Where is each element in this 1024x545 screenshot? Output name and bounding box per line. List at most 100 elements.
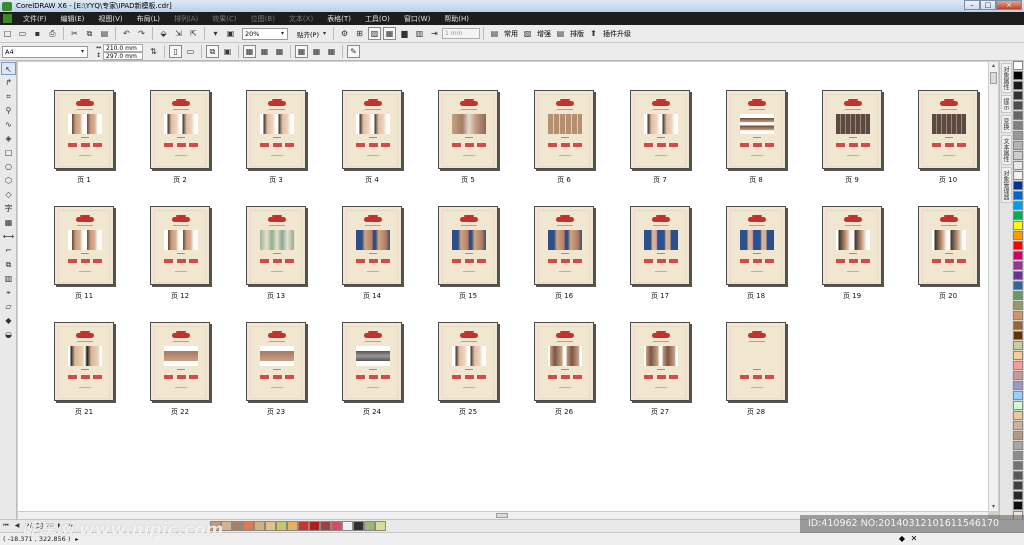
palette-swatch[interactable] — [1013, 431, 1023, 440]
page-label[interactable]: 页 16 — [534, 291, 594, 301]
open-icon[interactable]: ▭ — [16, 27, 29, 40]
page-label[interactable]: 页 26 — [534, 407, 594, 417]
layout-icon[interactable]: ▤ — [554, 27, 567, 40]
menu-item-8[interactable]: 表格(T) — [320, 14, 358, 24]
image-icon[interactable]: ▆ — [398, 27, 411, 40]
page-thumbnail[interactable] — [630, 206, 690, 285]
document-palette-swatch[interactable] — [375, 521, 386, 531]
page-thumbnail[interactable] — [918, 206, 978, 285]
page-label[interactable]: 页 17 — [630, 291, 690, 301]
palette-swatch[interactable] — [1013, 351, 1023, 360]
menu-item-7[interactable]: 文本(X) — [282, 14, 320, 24]
page-thumbnail[interactable] — [630, 322, 690, 401]
page-thumbnail[interactable] — [342, 90, 402, 169]
docker-tab-3[interactable]: 文本属性 — [1001, 135, 1012, 165]
nudge-icon[interactable]: ⇥ — [428, 27, 441, 40]
page-label[interactable]: 页 15 — [438, 291, 498, 301]
document-palette-swatch[interactable] — [221, 521, 232, 531]
menu-item-4[interactable]: 排列(A) — [167, 14, 205, 24]
palette-swatch[interactable] — [1013, 261, 1023, 270]
page-label[interactable]: 页 27 — [630, 407, 690, 417]
paste-icon[interactable]: ▤ — [98, 27, 111, 40]
horizontal-scroll-thumb[interactable] — [496, 513, 508, 518]
page-thumbnail[interactable] — [246, 206, 306, 285]
palette-swatch[interactable] — [1013, 81, 1023, 90]
search-content-icon[interactable]: ⬙ — [157, 27, 170, 40]
palette-swatch[interactable] — [1013, 91, 1023, 100]
palette-swatch[interactable] — [1013, 121, 1023, 130]
document-palette-swatch[interactable] — [287, 521, 298, 531]
all-pages-icon[interactable]: ⧉ — [206, 45, 220, 58]
vertical-scroll-thumb[interactable] — [990, 72, 997, 84]
page-sorter-canvas[interactable]: 页 1 页 2 页 3 页 4 页 5 页 6 页 7 页 8 页 9 页 10 页 11 页 12 页… — [18, 62, 988, 511]
transparency-icon[interactable]: ▥ — [1, 272, 16, 285]
menu-item-3[interactable]: 布局(L) — [130, 14, 167, 24]
page-thumbnail[interactable] — [726, 90, 786, 169]
page-label[interactable]: 页 5 — [438, 175, 498, 185]
zoom-level-select[interactable]: 20% ▾ — [242, 27, 288, 40]
palette-swatch[interactable] — [1013, 101, 1023, 110]
outline-indicator-icon[interactable]: ✕ — [909, 534, 919, 544]
options-icon[interactable]: ⚙ — [338, 27, 351, 40]
page-label[interactable]: 页 25 — [438, 407, 498, 417]
document-palette-swatch[interactable] — [276, 521, 287, 531]
page-thumbnail[interactable] — [726, 206, 786, 285]
document-palette-swatch[interactable] — [309, 521, 320, 531]
landscape-icon[interactable]: ▭ — [184, 45, 197, 58]
page-label[interactable]: 页 8 — [726, 175, 786, 185]
blend-icon[interactable]: ⧉ — [1, 258, 16, 271]
palette-swatch[interactable] — [1013, 391, 1023, 400]
palette-swatch[interactable] — [1013, 161, 1023, 170]
palette-swatch[interactable] — [1013, 221, 1023, 230]
page-label[interactable]: 页 2 — [150, 175, 210, 185]
palette-swatch[interactable] — [1013, 151, 1023, 160]
palette-swatch[interactable] — [1013, 341, 1023, 350]
connector-icon[interactable]: ⌐ — [1, 244, 16, 257]
palette-swatch[interactable] — [1013, 411, 1023, 420]
bitmap-icon[interactable]: ▥ — [413, 27, 426, 40]
page-thumbnail[interactable] — [918, 90, 978, 169]
document-palette-swatch[interactable] — [298, 521, 309, 531]
welcome-icon[interactable]: ▣ — [224, 27, 237, 40]
page-label[interactable]: 页 4 — [342, 175, 402, 185]
export-icon[interactable]: ⇱ — [187, 27, 200, 40]
menu-item-0[interactable]: 文件(F) — [16, 14, 54, 24]
outline-icon[interactable]: ▱ — [1, 300, 16, 313]
document-palette-swatch[interactable] — [254, 521, 265, 531]
palette-swatch[interactable] — [1013, 481, 1023, 490]
zoom-icon[interactable]: ⚲ — [1, 104, 16, 117]
page-label[interactable]: 页 10 — [918, 175, 978, 185]
common-icon[interactable]: ▤ — [488, 27, 501, 40]
freehand-icon[interactable]: ∿ — [1, 118, 16, 131]
page-thumbnail[interactable] — [822, 90, 882, 169]
document-icon[interactable] — [3, 14, 12, 23]
palette-swatch[interactable] — [1013, 241, 1023, 250]
page-label[interactable]: 页 28 — [726, 407, 786, 417]
import-icon[interactable]: ⇲ — [172, 27, 185, 40]
palette-swatch[interactable] — [1013, 361, 1023, 370]
palette-swatch[interactable] — [1013, 451, 1023, 460]
portrait-icon[interactable]: ▯ — [169, 45, 183, 58]
palette-swatch[interactable] — [1013, 471, 1023, 480]
page-thumbnail[interactable] — [150, 90, 210, 169]
duplicate-distance-icon[interactable]: ▦ — [273, 45, 286, 58]
palette-swatch[interactable] — [1013, 71, 1023, 80]
units-icon[interactable]: ▦ — [243, 45, 257, 58]
eyedropper-icon[interactable]: ⌖ — [1, 286, 16, 299]
palette-swatch[interactable] — [1013, 441, 1023, 450]
shape-icon[interactable]: ↱ — [1, 76, 16, 89]
snap-to-menu[interactable]: 贴齐(P) ▾ — [294, 28, 330, 40]
page-thumbnail[interactable] — [822, 206, 882, 285]
page-thumbnail[interactable] — [150, 206, 210, 285]
page-thumbnail[interactable] — [534, 206, 594, 285]
document-palette-swatch[interactable] — [265, 521, 276, 531]
common-button[interactable]: 常用 — [504, 29, 518, 39]
page-label[interactable]: 页 20 — [918, 291, 978, 301]
pick-icon[interactable]: ↖ — [1, 62, 16, 75]
page-width-input[interactable]: 210.0 mm — [103, 43, 144, 52]
first-page-icon[interactable]: ⏮ — [1, 521, 11, 531]
fill-indicator-icon[interactable]: ◆ — [897, 534, 907, 544]
enhance-icon[interactable]: ▧ — [521, 27, 534, 40]
grid-options-icon[interactable]: ▦ — [295, 45, 309, 58]
page-thumbnail[interactable] — [342, 206, 402, 285]
